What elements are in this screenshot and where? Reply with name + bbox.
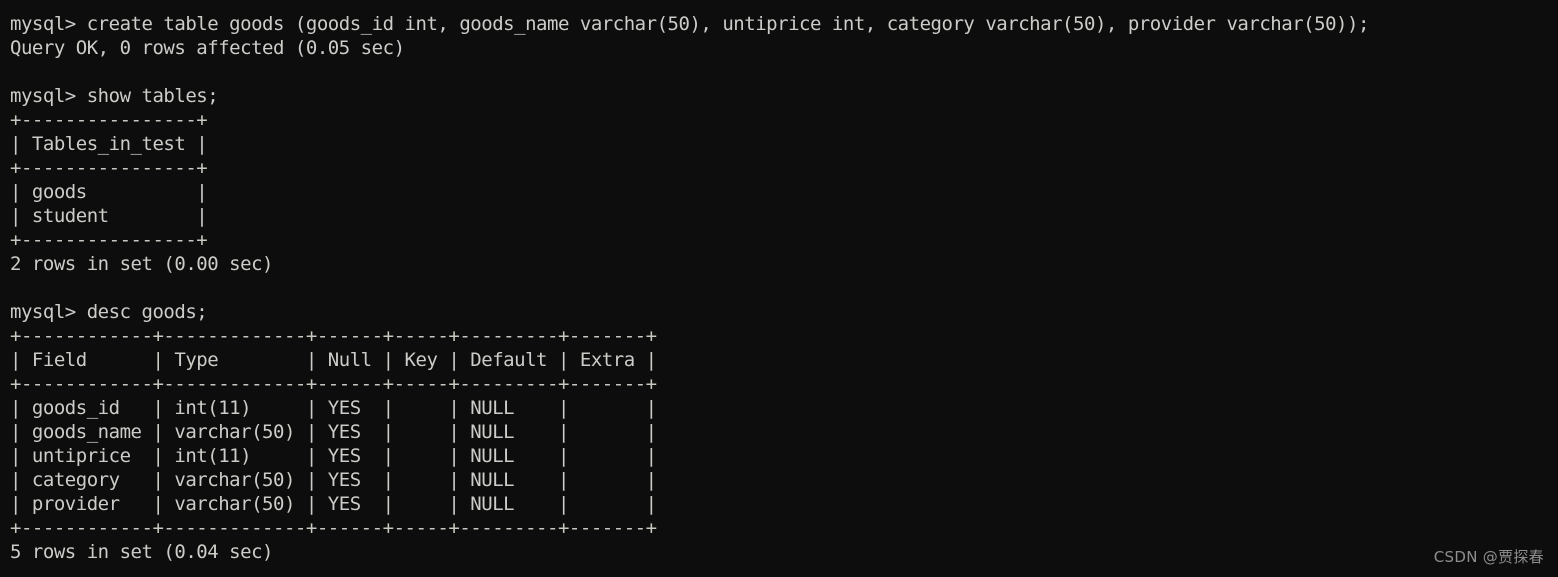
table-rule-line: +------------+-------------+------+-----… (10, 373, 657, 395)
terminal-status-line: 5 rows in set (0.04 sec) (10, 541, 274, 563)
table-row-line: | provider | varchar(50) | YES | | NULL … (10, 493, 657, 515)
table-rule-line: +------------+-------------+------+-----… (10, 517, 657, 539)
terminal-command-line: mysql> create table goods (goods_id int,… (10, 13, 1369, 35)
table-row-line: | goods_id | int(11) | YES | | NULL | | (10, 397, 657, 419)
terminal-status-line: Query OK, 0 rows affected (0.05 sec) (10, 37, 405, 59)
table-row-line: | Tables_in_test | (10, 133, 208, 155)
csdn-watermark: CSDN @贾探春 (1433, 548, 1544, 566)
table-row-line: | student | (10, 205, 208, 227)
console-output: mysql> create table goods (goods_id int,… (10, 12, 1558, 564)
table-rule-line: +------------+-------------+------+-----… (10, 325, 657, 347)
terminal-status-line: 2 rows in set (0.00 sec) (10, 253, 274, 275)
table-row-line: | untiprice | int(11) | YES | | NULL | | (10, 445, 657, 467)
terminal-window[interactable]: mysql> create table goods (goods_id int,… (0, 0, 1558, 577)
table-row-line: | category | varchar(50) | YES | | NULL … (10, 469, 657, 491)
terminal-command-line: mysql> show tables; (10, 85, 219, 107)
table-row-line: | goods | (10, 181, 208, 203)
terminal-command-line: mysql> desc goods; (10, 301, 208, 323)
table-row-line: | Field | Type | Null | Key | Default | … (10, 349, 657, 371)
table-row-line: | goods_name | varchar(50) | YES | | NUL… (10, 421, 657, 443)
table-rule-line: +----------------+ (10, 229, 208, 251)
table-rule-line: +----------------+ (10, 109, 208, 131)
table-rule-line: +----------------+ (10, 157, 208, 179)
